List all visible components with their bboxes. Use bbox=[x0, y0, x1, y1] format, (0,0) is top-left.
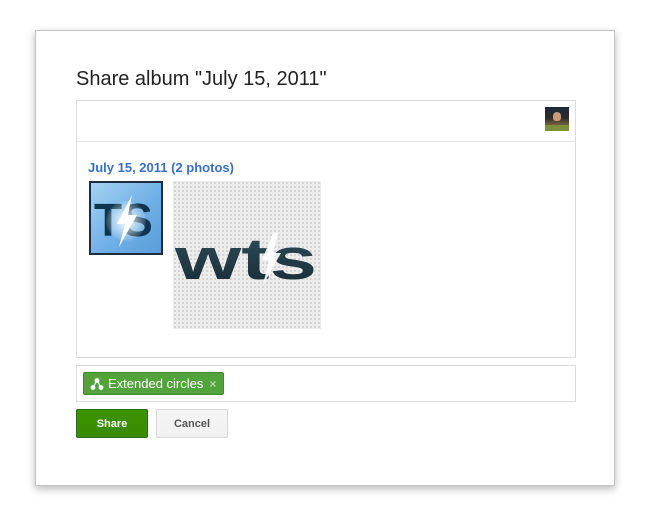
photo-thumbnail-wts[interactable]: wts bbox=[173, 181, 321, 329]
circle-chip-extended[interactable]: Extended circles × bbox=[83, 372, 224, 395]
ts-logo-photo: TS bbox=[94, 194, 153, 247]
cancel-button[interactable]: Cancel bbox=[156, 409, 228, 438]
post-preview: July 15, 2011 (2 photos) TS bbox=[76, 100, 576, 358]
share-dialog: Share album "July 15, 2011" July 15, 201… bbox=[35, 30, 615, 486]
wts-logo-photo: wts bbox=[174, 227, 317, 292]
dialog-title: Share album "July 15, 2011" bbox=[76, 68, 327, 90]
photo-thumbnail-ts[interactable]: TS bbox=[89, 181, 163, 255]
wts-logo-text: wts bbox=[174, 227, 317, 292]
post-header bbox=[77, 101, 575, 142]
audience-field[interactable]: Extended circles × bbox=[76, 365, 576, 402]
circles-icon bbox=[90, 377, 104, 391]
album-link[interactable]: July 15, 2011 (2 photos) bbox=[88, 160, 234, 175]
share-button[interactable]: Share bbox=[76, 409, 148, 438]
circle-chip-label: Extended circles bbox=[108, 376, 204, 391]
avatar bbox=[545, 107, 569, 131]
remove-chip-icon[interactable]: × bbox=[209, 377, 216, 391]
